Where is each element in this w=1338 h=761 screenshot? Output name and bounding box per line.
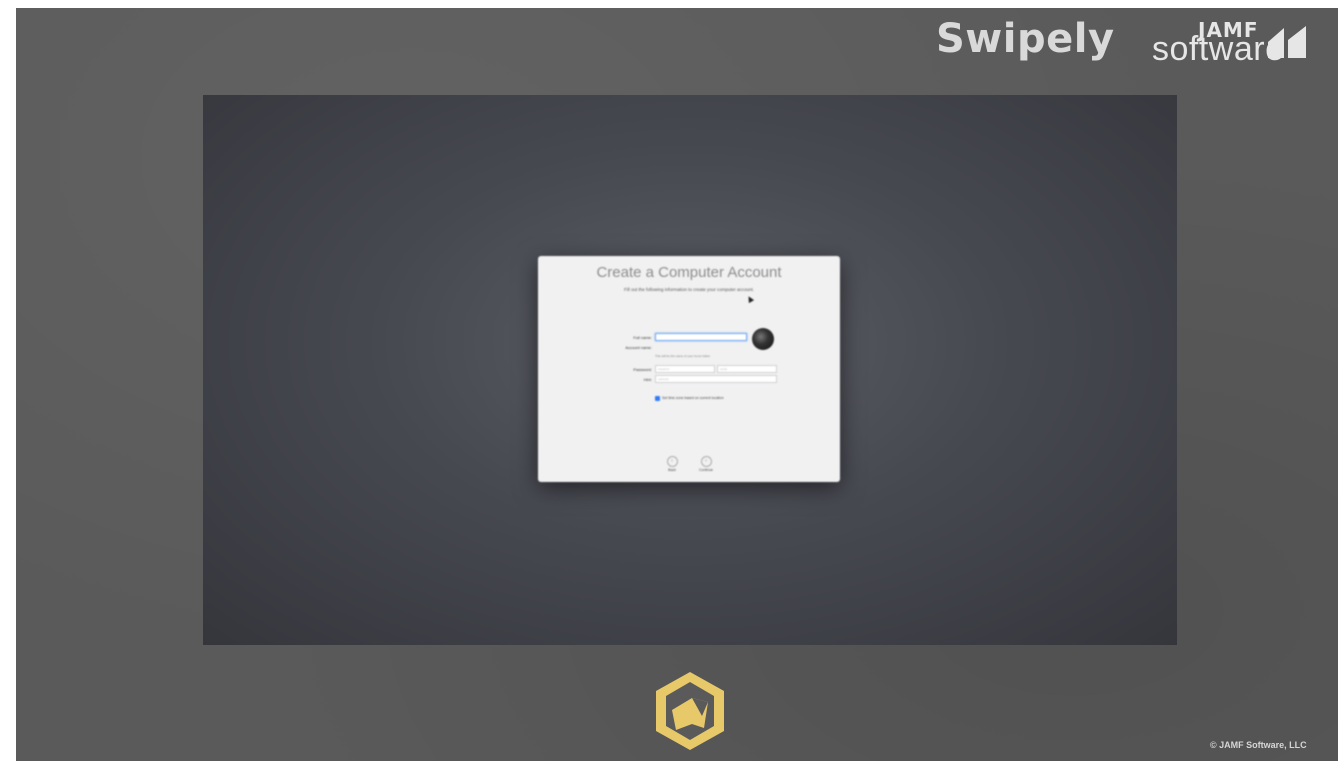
hexagon-logo-icon: [656, 672, 724, 750]
jamf-mark-icon: [1268, 26, 1306, 58]
account-name-hint: This will be the name of your home folde…: [655, 354, 711, 358]
create-account-dialog: Create a Computer Account Fill out the f…: [538, 256, 840, 482]
back-label: Back: [668, 468, 676, 472]
account-name-label: Account name:: [625, 345, 652, 350]
verify-placeholder: verify: [720, 367, 728, 371]
full-name-field[interactable]: [655, 333, 747, 341]
copyright-text: © JAMF Software, LLC: [1210, 740, 1307, 750]
swipely-logo: Swipely: [936, 16, 1115, 62]
slide-background: Swipely JAMF software Create a Computer …: [16, 8, 1338, 761]
password-placeholder: required: [658, 367, 670, 371]
password-field[interactable]: required: [655, 365, 715, 373]
dialog-title: Create a Computer Account: [596, 264, 782, 281]
back-button[interactable]: ‹ Back: [660, 456, 684, 472]
continue-button[interactable]: › Continue: [694, 456, 718, 472]
full-name-label: Full name:: [633, 335, 652, 340]
user-avatar-icon[interactable]: [752, 328, 774, 350]
hint-placeholder: optional: [658, 377, 669, 381]
dialog-subtitle: Fill out the following information to cr…: [623, 287, 755, 292]
software-wordmark: software: [1152, 30, 1285, 68]
mouse-cursor-icon: [745, 294, 755, 304]
chevron-right-icon: ›: [700, 456, 712, 467]
jamf-software-logo: JAMF software: [1152, 14, 1332, 74]
chevron-left-icon: ‹: [666, 456, 678, 467]
password-hint-field[interactable]: optional: [655, 375, 777, 383]
verify-password-field[interactable]: verify: [717, 365, 777, 373]
account-name-field[interactable]: [655, 343, 747, 351]
hint-label: Hint:: [643, 377, 652, 382]
continue-label: Continue: [698, 468, 713, 472]
password-label: Password:: [633, 367, 652, 372]
screen-capture: Create a Computer Account Fill out the f…: [203, 95, 1177, 645]
time-zone-label: Set time zone based on current location: [662, 396, 724, 400]
time-zone-checkbox[interactable]: [655, 396, 660, 401]
